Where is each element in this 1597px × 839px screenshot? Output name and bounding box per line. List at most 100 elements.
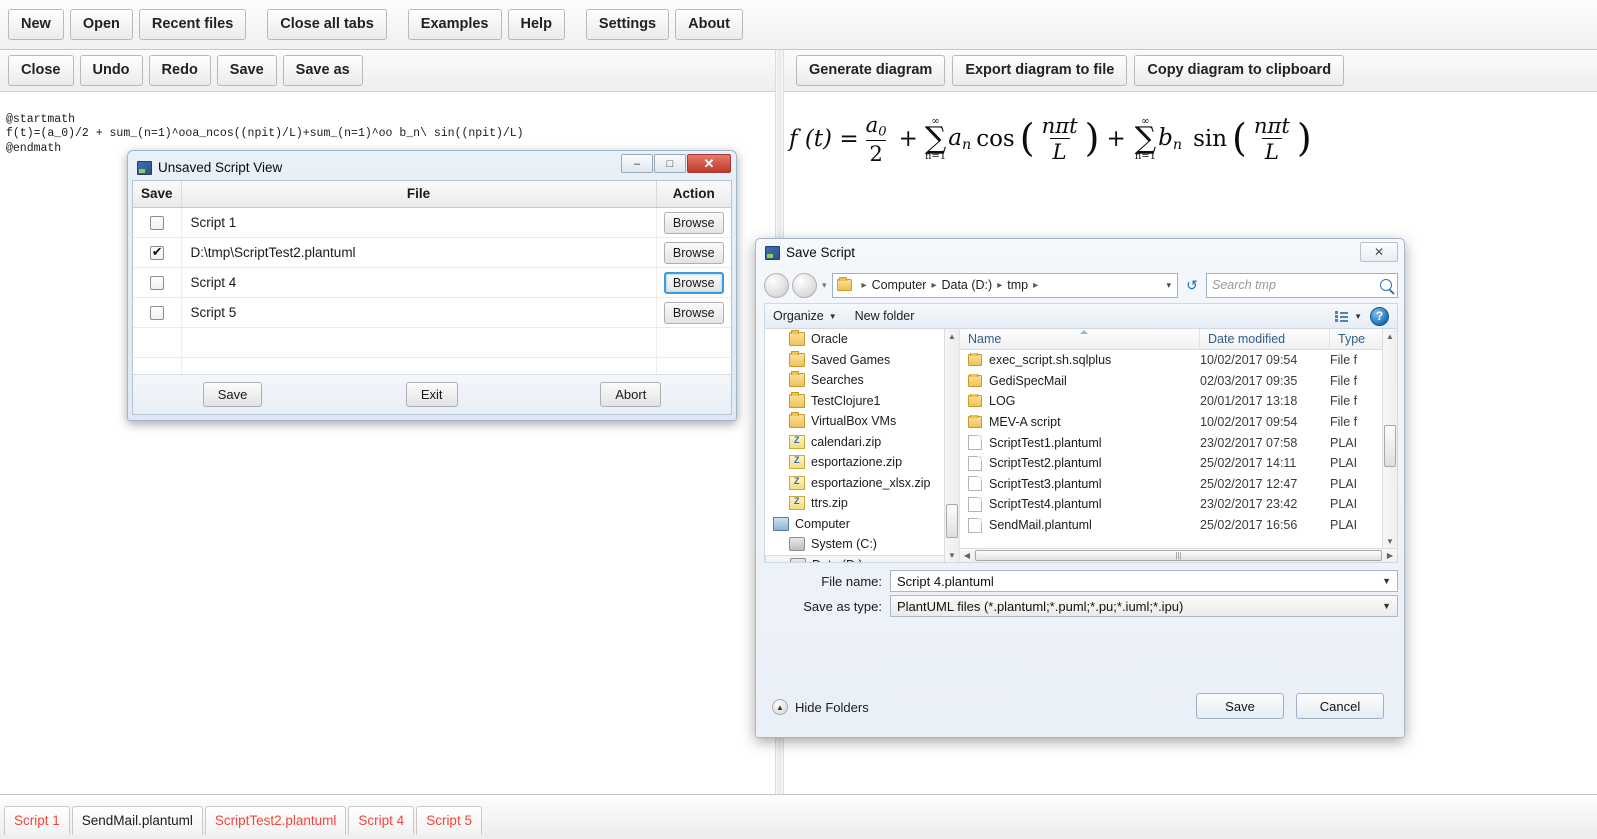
scroll-up-icon[interactable]: ▲	[1383, 329, 1397, 343]
editor-button-save-as[interactable]: Save as	[282, 55, 363, 86]
menu-button-close-all-tabs[interactable]: Close all tabs	[267, 9, 387, 40]
file-hscroll-thumb[interactable]: |||	[975, 550, 1382, 561]
file-list-item[interactable]: LOG 20/01/2017 13:18 File f	[960, 391, 1397, 412]
menu-button-recent-files[interactable]: Recent files	[138, 9, 247, 40]
file-list-item[interactable]: ScriptTest3.plantuml 25/02/2017 12:47 PLAI	[960, 474, 1397, 495]
diagram-button-export-diagram-to-file[interactable]: Export diagram to file	[952, 55, 1128, 86]
minimize-icon[interactable]: –	[621, 154, 653, 173]
chevron-down-icon[interactable]: ▾	[1166, 280, 1171, 291]
file-list-item[interactable]: ScriptTest1.plantuml 23/02/2017 07:58 PLAI	[960, 432, 1397, 453]
breadcrumb[interactable]: ▸ Computer ▸ Data (D:) ▸ tmp ▸ ▾	[831, 272, 1178, 298]
browse-button[interactable]: Browse	[663, 301, 724, 324]
menu-button-help[interactable]: Help	[507, 9, 565, 40]
browse-button[interactable]: Browse	[663, 271, 724, 294]
file-scroll-thumb[interactable]	[1384, 425, 1396, 467]
table-row[interactable]: Script 5 Browse	[133, 297, 731, 328]
menu-button-examples[interactable]: Examples	[407, 9, 502, 40]
save-checkbox[interactable]	[149, 305, 164, 320]
unsaved-window-titlebar[interactable]: Unsaved Script View – □ ✕	[132, 154, 732, 180]
editor-button-redo[interactable]: Redo	[148, 55, 211, 86]
scroll-right-icon[interactable]: ▶	[1383, 551, 1397, 560]
diagram-button-copy-diagram-to-clipboard[interactable]: Copy diagram to clipboard	[1134, 55, 1345, 86]
maximize-icon[interactable]: □	[654, 154, 686, 173]
editor-button-undo[interactable]: Undo	[79, 55, 143, 86]
editor-button-save[interactable]: Save	[216, 55, 277, 86]
nav-item-virtualbox-vms[interactable]: VirtualBox VMs	[765, 411, 959, 432]
nav-item-oracle[interactable]: Oracle	[765, 329, 959, 350]
file-list-item[interactable]: ScriptTest2.plantuml 25/02/2017 14:11 PLAI	[960, 453, 1397, 474]
file-list-item[interactable]: test2.plantuml16/02/2017 07:14PLAI	[960, 535, 1397, 536]
nav-item-searches[interactable]: Searches	[765, 370, 959, 391]
search-box[interactable]	[1206, 272, 1398, 298]
hide-folders-button[interactable]: ▲ Hide Folders	[772, 699, 869, 715]
file-list-vscrollbar[interactable]: ▲ ▼	[1382, 329, 1397, 548]
back-button[interactable]	[764, 272, 789, 298]
menu-button-settings[interactable]: Settings	[585, 9, 670, 40]
scroll-down-icon[interactable]: ▼	[1383, 534, 1397, 548]
nav-item-esportazione-zip[interactable]: esportazione.zip	[765, 452, 959, 473]
refresh-icon[interactable]: ↺	[1181, 273, 1203, 298]
column-header-date-modified[interactable]: Date modified	[1200, 329, 1330, 349]
close-icon[interactable]: ✕	[1360, 242, 1398, 262]
editor-button-close[interactable]: Close	[8, 55, 74, 86]
breadcrumb-item-computer[interactable]: Computer	[872, 278, 927, 292]
nav-item-computer[interactable]: Computer	[765, 514, 959, 535]
browse-button[interactable]: Browse	[663, 211, 724, 234]
chevron-down-icon[interactable]: ▼	[1382, 576, 1391, 586]
nav-item-esportazione-xlsx-zip[interactable]: esportazione_xlsx.zip	[765, 473, 959, 494]
nav-item-testclojure1[interactable]: TestClojure1	[765, 391, 959, 412]
file-list-item[interactable]: MEV-A script 10/02/2017 09:54 File f	[960, 412, 1397, 433]
breadcrumb-item-data-d[interactable]: Data (D:)	[941, 278, 992, 292]
table-row[interactable]: Script 4 Browse	[133, 267, 731, 298]
forward-button[interactable]	[792, 272, 817, 298]
chevron-down-icon[interactable]: ▾	[820, 280, 829, 291]
column-header-type[interactable]: Type	[1330, 329, 1370, 349]
diagram-button-generate-diagram[interactable]: Generate diagram	[796, 55, 946, 86]
cancel-button[interactable]: Cancel	[1296, 693, 1384, 719]
menu-button-open[interactable]: Open	[69, 9, 133, 40]
file-list-item[interactable]: GediSpecMail 02/03/2017 09:35 File f	[960, 371, 1397, 392]
menu-button-new[interactable]: New	[8, 9, 64, 40]
script-tab-4[interactable]: Script 4	[348, 806, 415, 835]
save-checkbox[interactable]	[149, 215, 164, 230]
menu-button-about[interactable]: About	[675, 9, 743, 40]
nav-scrollbar[interactable]: ▲ ▼	[944, 329, 959, 562]
script-tab-1[interactable]: Script 1	[4, 806, 70, 835]
table-row[interactable]: D:\tmp\ScriptTest2.plantuml Browse	[133, 237, 731, 268]
save-button[interactable]: Save	[202, 381, 263, 407]
scroll-up-icon[interactable]: ▲	[945, 329, 959, 343]
chevron-down-icon[interactable]: ▼	[1382, 601, 1391, 611]
file-name-input[interactable]: Script 4.plantuml ▼	[890, 570, 1398, 592]
file-list-item[interactable]: ScriptTest4.plantuml 23/02/2017 23:42 PLAI	[960, 494, 1397, 515]
save-checkbox[interactable]	[149, 275, 164, 290]
help-icon[interactable]: ?	[1370, 306, 1389, 326]
browse-button[interactable]: Browse	[663, 241, 724, 264]
nav-item-saved-games[interactable]: Saved Games	[765, 350, 959, 371]
view-mode-button[interactable]: ▼	[1335, 310, 1362, 322]
nav-item-system-c[interactable]: System (C:)	[765, 534, 959, 555]
nav-item-calendari-zip[interactable]: calendari.zip	[765, 432, 959, 453]
nav-item-data-d[interactable]: Data (D:)	[765, 554, 959, 562]
file-list-hscrollbar[interactable]: ◀ ||| ▶	[960, 548, 1397, 562]
scroll-left-icon[interactable]: ◀	[960, 551, 974, 560]
script-tab-2[interactable]: SendMail.plantuml	[71, 806, 203, 835]
organize-menu[interactable]: Organize ▼	[773, 309, 837, 323]
script-tab-3[interactable]: ScriptTest2.plantuml	[204, 806, 347, 835]
file-list-item[interactable]: exec_script.sh.sqlplus 10/02/2017 09:54 Fi…	[960, 350, 1397, 371]
nav-item-ttrs-zip[interactable]: ttrs.zip	[765, 493, 959, 514]
exit-button[interactable]: Exit	[405, 381, 458, 407]
save-button[interactable]: Save	[1196, 693, 1284, 719]
table-row[interactable]: Script 1 Browse	[133, 207, 731, 238]
abort-button[interactable]: Abort	[600, 381, 662, 407]
close-icon[interactable]: ✕	[687, 154, 731, 173]
new-folder-button[interactable]: New folder	[855, 309, 915, 323]
scroll-down-icon[interactable]: ▼	[945, 548, 959, 562]
file-list-item[interactable]: SendMail.plantuml 25/02/2017 16:56 PLAI	[960, 515, 1397, 536]
save-as-type-select[interactable]: PlantUML files (*.plantuml;*.puml;*.pu;*…	[890, 595, 1398, 617]
script-tab-5[interactable]: Script 5	[416, 806, 482, 835]
search-input[interactable]	[1212, 278, 1380, 292]
save-dialog-titlebar[interactable]: Save Script ✕	[756, 239, 1404, 266]
save-checkbox[interactable]	[149, 244, 164, 260]
column-header-name[interactable]: Name	[960, 329, 1200, 349]
nav-scroll-thumb[interactable]	[946, 504, 958, 538]
